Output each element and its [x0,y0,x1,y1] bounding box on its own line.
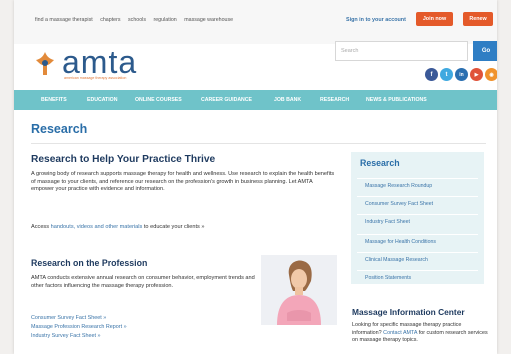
access-suffix: to educate your clients » [142,224,205,230]
amta-logo-icon[interactable] [34,51,56,77]
join-now-button[interactable]: Join now [416,12,453,26]
therapist-photo [261,255,337,325]
consumer-survey-link[interactable]: Consumer Survey Fact Sheet » [31,315,106,321]
brand-tagline: american massage therapy association [64,76,127,80]
link-schools[interactable]: schools [128,17,146,23]
info-center-heading: Massage Information Center [352,307,465,317]
sidebar-item-clinical-research[interactable]: Clinical Massage Research [357,252,478,266]
nav-news-publications[interactable]: NEWS & PUBLICATIONS [366,97,427,103]
access-line: Access handouts, videos and other materi… [31,224,205,230]
industry-survey-link[interactable]: Industry Survey Fact Sheet » [31,333,101,339]
search-input[interactable]: Search [335,41,468,61]
nav-research[interactable]: RESEARCH [320,97,349,103]
sidebar-item-position-statements[interactable]: Position Statements [357,270,478,284]
sidebar-item-consumer-survey[interactable]: Consumer Survey Fact Sheet [357,196,478,210]
main-nav: BENEFITS EDUCATION ONLINE COURSES CAREER… [14,90,497,110]
link-massage-warehouse[interactable]: massage warehouse [184,17,233,23]
link-find-therapist[interactable]: find a massage therapist [35,17,93,23]
main-heading: Research to Help Your Practice Thrive [31,154,216,165]
intro-paragraph: A growing body of research supports mass… [31,171,335,193]
search-go-button[interactable]: Go [473,41,497,61]
link-chapters[interactable]: chapters [100,17,120,23]
top-utility-bar: find a massage therapist chapters school… [14,0,497,44]
contact-amta-link[interactable]: Contact AMTA [383,330,417,336]
profession-heading: Research on the Profession [31,258,148,268]
utility-links: find a massage therapist chapters school… [35,17,239,23]
sign-in-link[interactable]: Sign in to your account [346,17,406,23]
youtube-icon[interactable]: ▶ [470,68,483,81]
access-prefix: Access [31,224,51,230]
linkedin-icon[interactable]: in [455,68,468,81]
browser-page: find a massage therapist chapters school… [14,0,497,354]
nav-career-guidance[interactable]: CAREER GUIDANCE [201,97,252,103]
info-center-text: Looking for specific massage therapy pra… [352,322,492,345]
sidebar-title: Research [360,158,400,168]
sidebar-item-industry-fact-sheet[interactable]: Industry Fact Sheet [357,214,478,228]
materials-link[interactable]: handouts, videos and other materials [51,224,143,230]
nav-education[interactable]: EDUCATION [87,97,117,103]
facebook-icon[interactable]: f [425,68,438,81]
nav-benefits[interactable]: BENEFITS [41,97,67,103]
profession-report-link[interactable]: Massage Profession Research Report » [31,324,127,330]
profession-paragraph: AMTA conducts extensive annual research … [31,275,255,289]
twitter-icon[interactable]: t [440,68,453,81]
rss-icon[interactable]: ◉ [485,68,497,81]
title-divider [31,143,486,144]
sidebar-item-research-roundup[interactable]: Massage Research Roundup [357,178,478,192]
renew-button[interactable]: Renew [463,12,493,26]
link-regulation[interactable]: regulation [153,17,176,23]
woman-portrait-icon [261,255,337,325]
nav-job-bank[interactable]: JOB BANK [274,97,301,103]
sidebar-item-health-conditions[interactable]: Massage for Health Conditions [357,234,478,248]
page-title: Research [31,122,88,136]
nav-online-courses[interactable]: ONLINE COURSES [135,97,182,103]
